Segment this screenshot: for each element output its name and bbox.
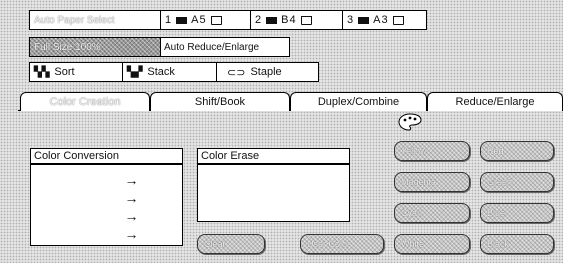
paper-orientation-icon [392, 15, 404, 25]
tray-3-button[interactable]: 3 A3 [343, 10, 427, 30]
paper-orientation-icon [300, 15, 312, 25]
auto-paper-select-button[interactable]: Auto Paper Select [29, 10, 161, 30]
staple-icon: ⊂⊃ [227, 66, 246, 79]
conversion-arrow-icon: → [124, 208, 139, 224]
color-blue-button[interactable]: Blue [480, 203, 554, 223]
tray-icon [266, 16, 278, 24]
sort-icon: ▚▚ [34, 66, 50, 78]
color-conversion-title: Color Conversion [30, 148, 183, 164]
color-black-button[interactable]: Black [480, 234, 554, 254]
color-yellow-button[interactable]: Yellow [394, 141, 470, 161]
conversion-arrow-icon: → [124, 226, 139, 242]
color-erase-list[interactable] [197, 164, 350, 222]
tray-icon [358, 16, 370, 24]
color-cyan-button[interactable]: Cyan [394, 203, 470, 223]
tab-color-creation[interactable]: Color Creation [20, 92, 150, 111]
user-color-button[interactable]: User Color [300, 234, 384, 254]
conversion-arrow-icon: → [124, 190, 139, 206]
tab-reduce-enlarge[interactable]: Reduce/Enlarge [427, 92, 563, 111]
tray-2-button[interactable]: 2 B4 [251, 10, 343, 30]
color-red-button[interactable]: Red [480, 141, 554, 161]
clear-button[interactable]: Clear [197, 234, 265, 254]
color-green-button[interactable]: Green [480, 172, 554, 192]
auto-reduce-enlarge-button[interactable]: Auto Reduce/Enlarge [160, 37, 290, 57]
paper-orientation-icon [210, 15, 222, 25]
paper-select-row: Auto Paper Select 1 A5 2 B4 3 A3 [29, 10, 427, 30]
tray-1-button[interactable]: 1 A5 [161, 10, 251, 30]
tab-shift-book[interactable]: Shift/Book [150, 92, 290, 111]
sort-button[interactable]: ▚▚ Sort [29, 62, 123, 82]
palette-icon [398, 113, 422, 131]
stack-button[interactable]: ▚▞ Stack [122, 62, 217, 82]
tab-duplex-combine[interactable]: Duplex/Combine [290, 92, 427, 111]
color-magenta-button[interactable]: Magenta [394, 172, 470, 192]
full-size-button[interactable]: Full Size 100% [29, 37, 161, 57]
color-white-button[interactable]: White [394, 234, 470, 254]
stack-icon: ▚▞ [127, 66, 143, 78]
color-erase-title: Color Erase [197, 148, 350, 164]
staple-button[interactable]: ⊂⊃ Staple [216, 62, 319, 82]
color-conversion-list[interactable]: → → → → [30, 164, 183, 246]
conversion-arrow-icon: → [124, 172, 139, 188]
tray-icon [176, 16, 188, 24]
